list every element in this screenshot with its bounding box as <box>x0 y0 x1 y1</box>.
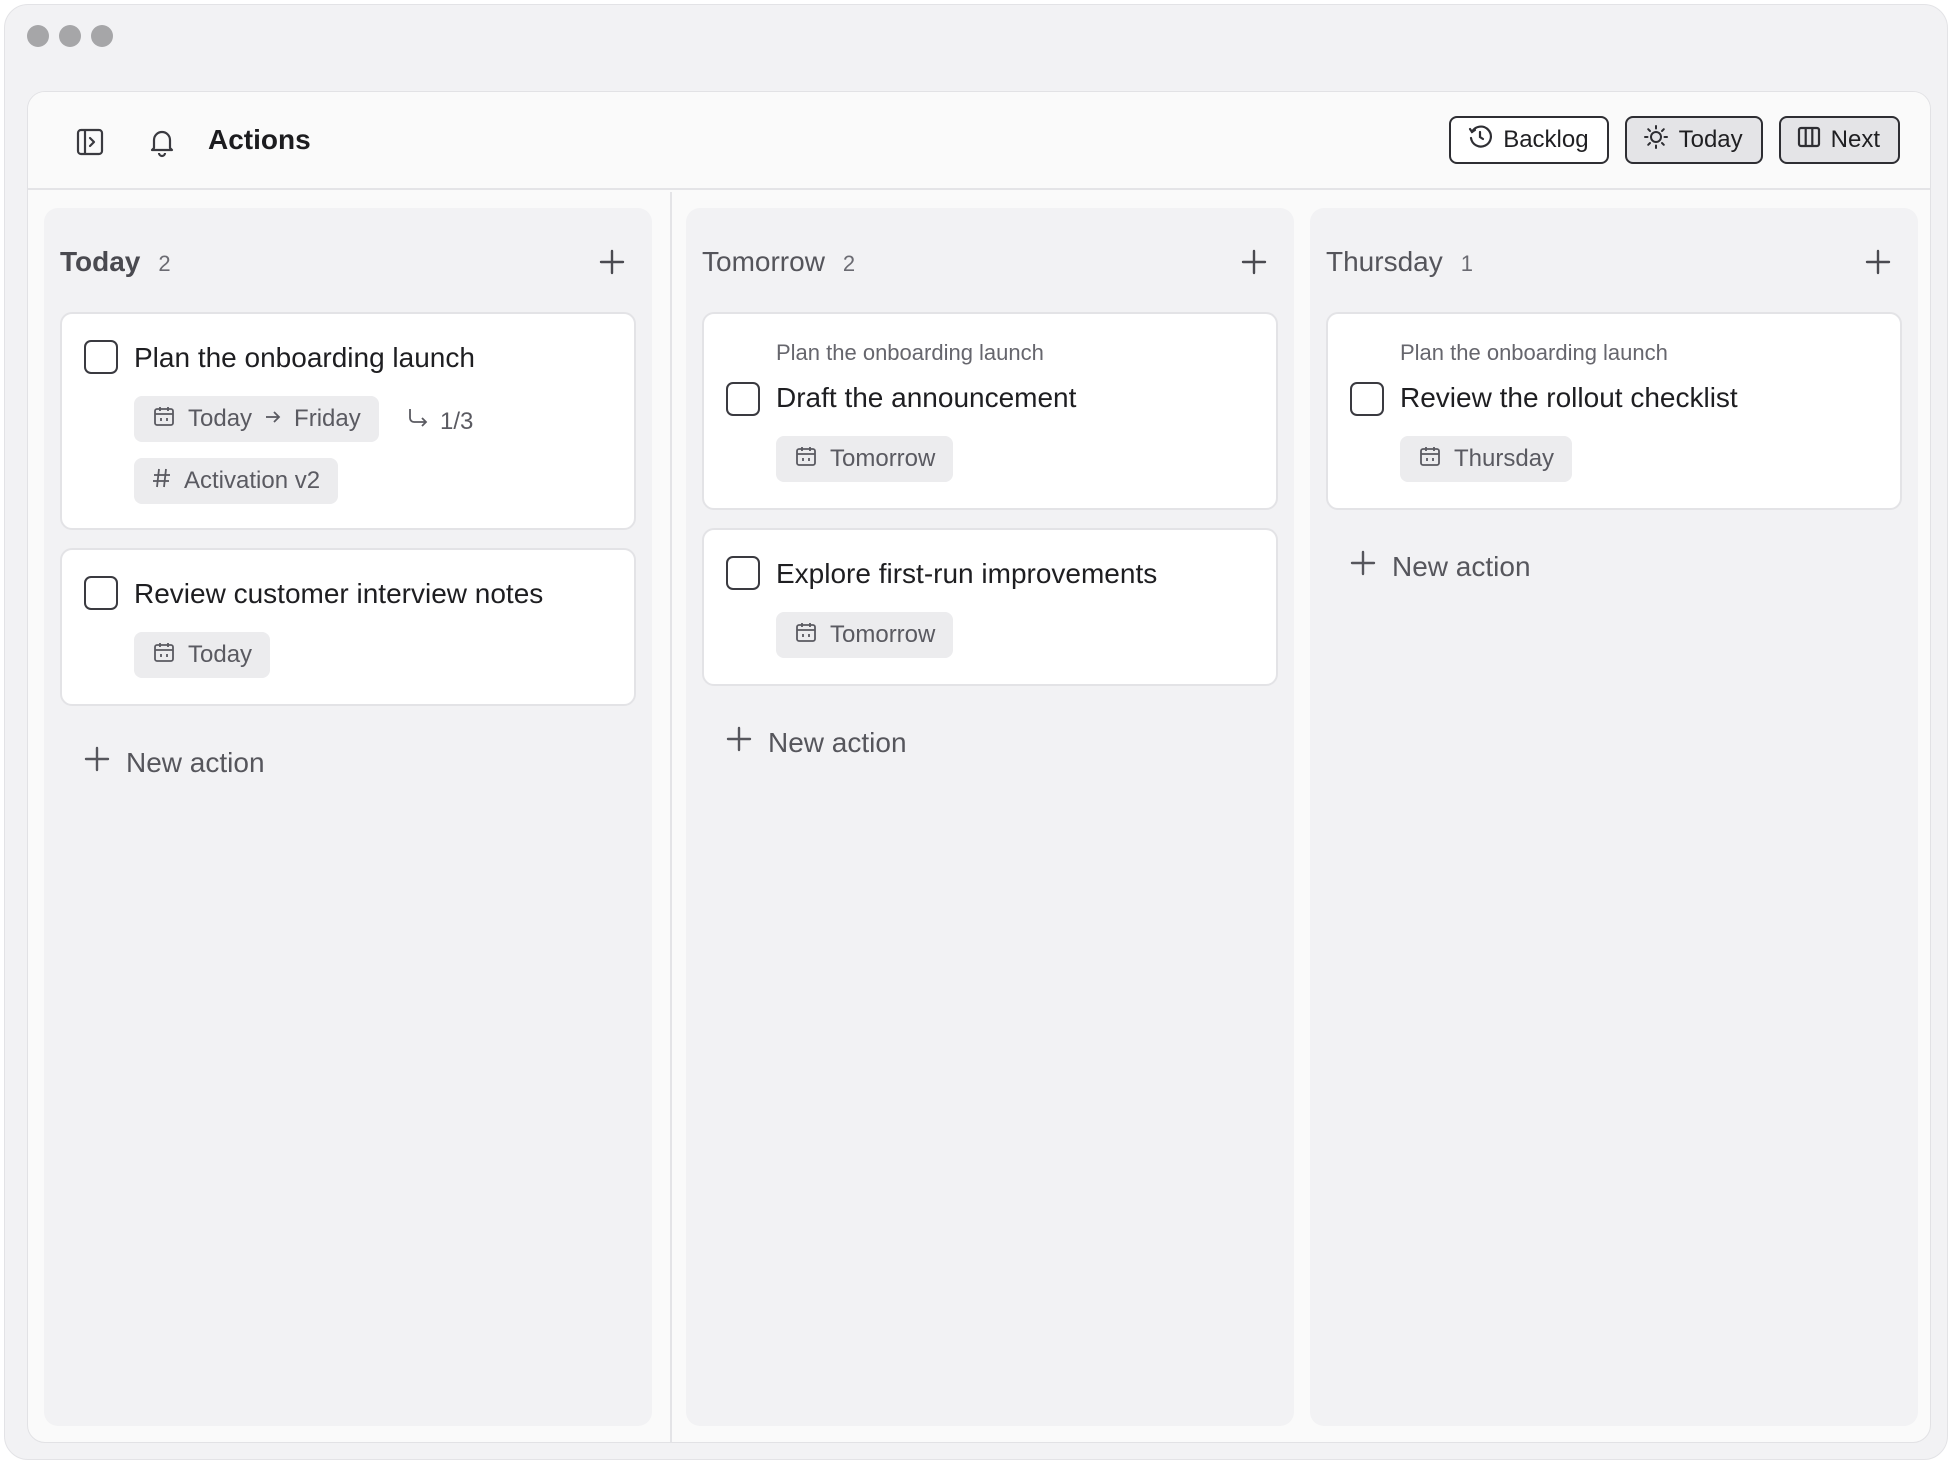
next-view-button[interactable]: Next <box>1778 116 1900 164</box>
column-count: 2 <box>158 251 171 276</box>
add-action-icon[interactable] <box>1860 244 1896 280</box>
column-count: 2 <box>842 251 856 276</box>
backlog-view-label: Backlog <box>1503 126 1589 153</box>
column-header: Tomorrow 2 <box>702 246 855 278</box>
toggle-sidebar-icon[interactable] <box>70 122 110 162</box>
calendar-icon <box>794 620 818 651</box>
date-chip[interactable]: Tomorrow <box>776 436 954 482</box>
action-card[interactable]: Plan the onboarding launch Today Friday … <box>60 312 636 530</box>
date-chip[interactable]: Thursday <box>1400 436 1573 482</box>
date-label: Tomorrow <box>830 445 936 472</box>
action-title: Explore first-run improvements <box>776 558 1158 589</box>
column-divider <box>670 192 672 1442</box>
calendar-icon <box>152 404 176 435</box>
calendar-icon <box>794 444 818 475</box>
action-checkbox[interactable] <box>84 340 118 374</box>
new-action-button[interactable]: New action <box>726 726 907 759</box>
column-title: Today <box>60 246 141 277</box>
date-chip[interactable]: Today <box>134 632 271 678</box>
action-title: Review the rollout checklist <box>1400 382 1738 413</box>
column-header: Today 2 <box>60 246 171 278</box>
column-title: Tomorrow <box>702 246 825 277</box>
new-action-button[interactable]: New action <box>84 746 265 779</box>
bell-icon[interactable] <box>142 122 182 162</box>
column-tomorrow: Tomorrow 2 Plan the onboarding launch Dr… <box>686 208 1294 1426</box>
plus-icon <box>1350 550 1376 583</box>
action-checkbox[interactable] <box>726 382 760 416</box>
window-controls <box>27 25 113 47</box>
parent-action-label: Plan the onboarding launch <box>1400 340 1668 365</box>
add-action-icon[interactable] <box>1236 244 1272 280</box>
sun-icon <box>1643 124 1669 157</box>
date-label: Tomorrow <box>830 621 936 648</box>
calendar-icon <box>152 640 176 671</box>
column-title: Thursday <box>1326 246 1443 277</box>
action-checkbox[interactable] <box>1350 382 1384 416</box>
plus-icon <box>84 746 110 779</box>
add-action-icon[interactable] <box>594 244 630 280</box>
today-view-label: Today <box>1678 126 1743 153</box>
hash-icon <box>152 467 172 496</box>
action-checkbox[interactable] <box>726 556 760 590</box>
minimize-window-button[interactable] <box>59 25 81 47</box>
subtasks-indicator[interactable]: 1/3 <box>406 406 473 437</box>
date-chip[interactable]: Tomorrow <box>776 612 954 658</box>
action-card[interactable]: Review customer interview notes Today <box>60 548 636 706</box>
new-action-button[interactable]: New action <box>1350 550 1531 583</box>
next-view-label: Next <box>1830 126 1880 153</box>
page-title: Actions <box>208 124 311 155</box>
new-action-label: New action <box>126 746 265 778</box>
column-thursday: Thursday 1 Plan the onboarding launch Re… <box>1310 208 1918 1426</box>
columns-icon <box>1797 125 1821 156</box>
action-title: Plan the onboarding launch <box>134 342 475 373</box>
subtask-count: 1/3 <box>440 407 474 435</box>
close-window-button[interactable] <box>27 25 49 47</box>
tag-chip[interactable]: Activation v2 <box>134 458 339 504</box>
action-card[interactable]: Explore first-run improvements Tomorrow <box>702 528 1278 686</box>
date-start: Today <box>188 405 253 432</box>
main-panel: Actions Backlog Today Next Today 2 Plan … <box>27 91 1931 1443</box>
board: Today 2 Plan the onboarding launch Today… <box>28 192 1930 1442</box>
parent-action-label: Plan the onboarding launch <box>776 340 1044 365</box>
plus-icon <box>726 726 752 759</box>
action-card[interactable]: Plan the onboarding launch Review the ro… <box>1326 312 1902 510</box>
date-range-chip[interactable]: Today Friday <box>134 396 379 442</box>
zoom-window-button[interactable] <box>91 25 113 47</box>
arrow-right-icon <box>264 405 282 433</box>
column-today: Today 2 Plan the onboarding launch Today… <box>44 208 652 1426</box>
app-window: Actions Backlog Today Next Today 2 Plan … <box>4 4 1948 1460</box>
action-card[interactable]: Plan the onboarding launch Draft the ann… <box>702 312 1278 510</box>
date-label: Today <box>188 641 253 668</box>
new-action-label: New action <box>1392 550 1531 582</box>
date-label: Thursday <box>1454 445 1555 472</box>
view-switcher: Backlog Today Next <box>1449 116 1900 164</box>
action-title: Review customer interview notes <box>134 578 544 609</box>
column-count: 1 <box>1460 251 1473 276</box>
tag-label: Activation v2 <box>184 467 321 494</box>
backlog-view-button[interactable]: Backlog <box>1449 116 1609 164</box>
backlog-clock-icon <box>1467 124 1493 157</box>
date-end: Friday <box>294 405 361 432</box>
column-header: Thursday 1 <box>1326 246 1473 278</box>
today-view-button[interactable]: Today <box>1624 116 1763 164</box>
action-title: Draft the announcement <box>776 382 1077 413</box>
calendar-icon <box>1418 444 1442 475</box>
action-checkbox[interactable] <box>84 576 118 610</box>
top-bar: Actions Backlog Today Next <box>28 92 1930 190</box>
new-action-label: New action <box>768 726 907 758</box>
subtask-arrow-icon <box>406 406 430 437</box>
